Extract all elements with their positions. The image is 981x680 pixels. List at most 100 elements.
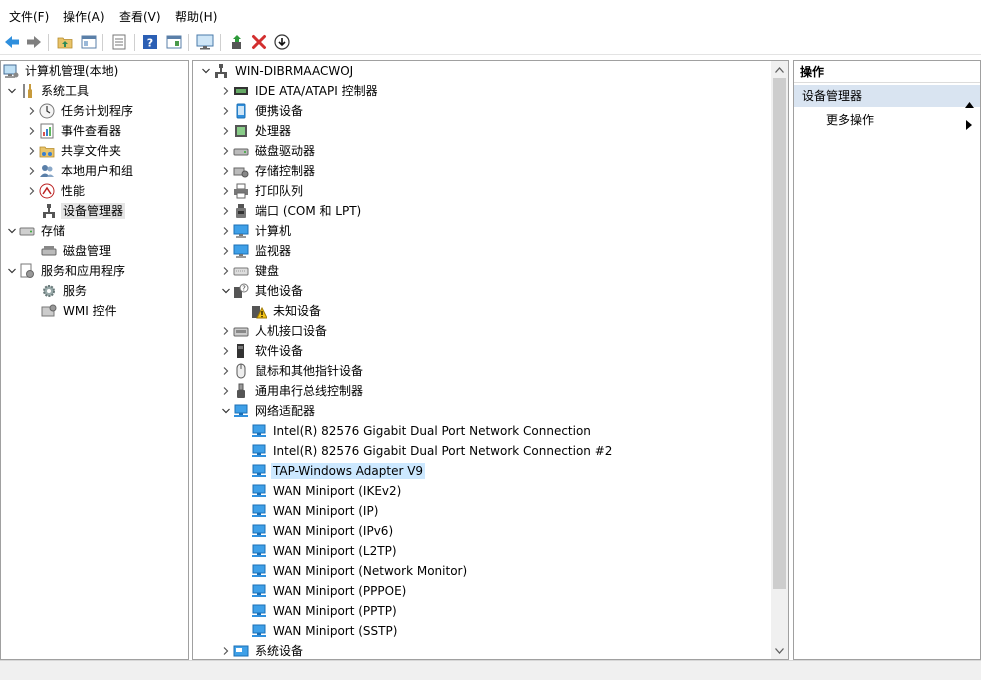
menu-help[interactable]: 帮助(H): [175, 9, 217, 25]
tree-item-label: 键盘: [255, 264, 280, 278]
chevron-right-icon[interactable]: [25, 121, 39, 141]
device-tree-item[interactable]: 端口 (COM 和 LPT): [219, 201, 363, 221]
properties-icon[interactable]: [110, 33, 128, 51]
chevron-right-icon[interactable]: [25, 101, 39, 121]
chevron-right-icon[interactable]: [219, 221, 233, 241]
help-icon[interactable]: ?: [141, 33, 159, 51]
device-tree-item[interactable]: WAN Miniport (L2TP): [237, 541, 399, 561]
chevron-right-icon[interactable]: [219, 181, 233, 201]
device-tree-item[interactable]: 键盘: [219, 261, 281, 281]
device-tree-item[interactable]: 网络适配器: [219, 401, 317, 421]
tree-item-performance[interactable]: 性能: [25, 181, 87, 201]
scroll-up-icon[interactable]: [771, 61, 788, 78]
device-tree-item[interactable]: 系统设备: [219, 641, 305, 659]
show-action-pane-icon[interactable]: [165, 33, 183, 51]
tree-item-label: 计算机: [255, 224, 292, 238]
up-folder-icon[interactable]: [56, 33, 74, 51]
device-tree-item[interactable]: Intel(R) 82576 Gigabit Dual Port Network…: [237, 421, 593, 441]
scroll-down-icon[interactable]: [771, 642, 788, 659]
uninstall-icon[interactable]: [250, 33, 268, 51]
chevron-right-icon[interactable]: [219, 141, 233, 161]
chevron-right-icon[interactable]: [219, 381, 233, 401]
tree-item-task-scheduler[interactable]: 任务计划程序: [25, 101, 135, 121]
device-tree-item[interactable]: WAN Miniport (IPv6): [237, 521, 395, 541]
device-tree-item[interactable]: 存储控制器: [219, 161, 317, 181]
tree-item-wmi-control[interactable]: WMI 控件: [39, 301, 119, 321]
device-tree-item[interactable]: 人机接口设备: [219, 321, 329, 341]
device-tree-item[interactable]: WAN Miniport (SSTP): [237, 621, 399, 641]
update-driver-icon[interactable]: [228, 33, 246, 51]
tree-item-label: 存储: [41, 224, 66, 238]
device-tree-item[interactable]: IDE ATA/ATAPI 控制器: [219, 81, 380, 101]
device-tree-item[interactable]: WAN Miniport (PPPOE): [237, 581, 408, 601]
device-tree-item[interactable]: 监视器: [219, 241, 293, 261]
tree-item-device-manager[interactable]: 设备管理器: [39, 201, 126, 221]
device-tree-item[interactable]: WAN Miniport (IP): [237, 501, 380, 521]
chevron-right-icon[interactable]: [25, 181, 39, 201]
chevron-right-icon[interactable]: [219, 121, 233, 141]
tree-item-services-applications[interactable]: 服务和应用程序: [5, 261, 127, 281]
device-tree-item[interactable]: 鼠标和其他指针设备: [219, 361, 365, 381]
back-icon[interactable]: [3, 33, 21, 51]
tree-item-system-tools[interactable]: 系统工具: [5, 81, 91, 101]
device-tree-item[interactable]: 打印队列: [219, 181, 305, 201]
device-tree-item[interactable]: 便携设备: [219, 101, 305, 121]
tree-root-computer[interactable]: WIN-DIBRMAACWOJ: [199, 61, 355, 81]
menu-file[interactable]: 文件(F): [9, 9, 49, 25]
vertical-scrollbar[interactable]: [771, 61, 788, 659]
gear-icon: [41, 283, 57, 299]
chevron-right-icon[interactable]: [219, 201, 233, 221]
chevron-right-icon[interactable]: [219, 241, 233, 261]
chevron-right-icon[interactable]: [219, 81, 233, 101]
chevron-right-icon[interactable]: [219, 161, 233, 181]
chevron-down-icon[interactable]: [5, 81, 19, 101]
device-tree-item[interactable]: 未知设备: [237, 301, 323, 321]
tree-item-shared-folders[interactable]: 共享文件夹: [25, 141, 123, 161]
chevron-right-icon[interactable]: [25, 141, 39, 161]
tree-item-label: 其他设备: [255, 284, 304, 298]
ide-controller-icon: [233, 83, 249, 99]
chevron-down-icon[interactable]: [5, 221, 19, 241]
chevron-down-icon[interactable]: [219, 281, 233, 301]
chevron-right-icon[interactable]: [219, 101, 233, 121]
tree-item-disk-management[interactable]: 磁盘管理: [39, 241, 113, 261]
actions-pane: 操作 设备管理器 更多操作: [793, 60, 981, 660]
more-actions-item[interactable]: 更多操作: [794, 109, 980, 131]
device-tree-item[interactable]: 软件设备: [219, 341, 305, 361]
device-tree-item[interactable]: WAN Miniport (IKEv2): [237, 481, 403, 501]
device-tree-item[interactable]: 磁盘驱动器: [219, 141, 317, 161]
menu-view[interactable]: 查看(V): [119, 9, 161, 25]
device-tree-item[interactable]: 处理器: [219, 121, 293, 141]
device-tree-item[interactable]: TAP-Windows Adapter V9: [237, 461, 426, 481]
system-devices-icon: [233, 643, 249, 659]
chevron-right-icon[interactable]: [25, 161, 39, 181]
tree-item-services[interactable]: 服务: [39, 281, 89, 301]
chevron-right-icon[interactable]: [219, 641, 233, 659]
tree-item-computer-management[interactable]: 计算机管理(本地): [3, 61, 120, 81]
keyboard-icon: [233, 263, 249, 279]
device-tree-item[interactable]: 计算机: [219, 221, 293, 241]
menu-action[interactable]: 操作(A): [63, 9, 105, 25]
chevron-down-icon[interactable]: [199, 61, 213, 81]
monitor-icon[interactable]: [196, 33, 214, 51]
tree-item-storage[interactable]: 存储: [5, 221, 67, 241]
hid-icon: [233, 323, 249, 339]
chevron-down-icon[interactable]: [219, 401, 233, 421]
show-hide-tree-icon[interactable]: [80, 33, 98, 51]
chevron-right-icon[interactable]: [219, 261, 233, 281]
device-tree-item[interactable]: 通用串行总线控制器: [219, 381, 365, 401]
disable-device-icon[interactable]: [273, 33, 291, 51]
device-tree-item[interactable]: WAN Miniport (PPTP): [237, 601, 399, 621]
forward-icon[interactable]: [25, 33, 43, 51]
tree-item-event-viewer[interactable]: 事件查看器: [25, 121, 123, 141]
tree-item-local-users-groups[interactable]: 本地用户和组: [25, 161, 135, 181]
device-tree-item[interactable]: WAN Miniport (Network Monitor): [237, 561, 469, 581]
chevron-right-icon[interactable]: [219, 361, 233, 381]
device-tree-item[interactable]: ? 其他设备: [219, 281, 305, 301]
chevron-right-icon[interactable]: [219, 341, 233, 361]
device-tree-item[interactable]: Intel(R) 82576 Gigabit Dual Port Network…: [237, 441, 614, 461]
chevron-right-icon[interactable]: [219, 321, 233, 341]
chevron-down-icon[interactable]: [5, 261, 19, 281]
scroll-thumb[interactable]: [773, 78, 786, 589]
actions-section-device-manager[interactable]: 设备管理器: [794, 85, 980, 108]
